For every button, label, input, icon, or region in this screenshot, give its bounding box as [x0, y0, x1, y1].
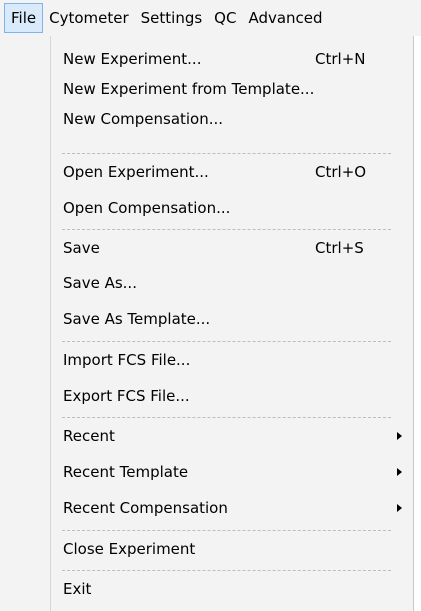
menu-separator: [62, 417, 391, 418]
menu-file[interactable]: File: [4, 3, 44, 33]
menu-advanced[interactable]: Advanced: [242, 3, 328, 33]
menu-item-label: Import FCS File...: [63, 351, 191, 369]
menu-item-label: Open Experiment...: [63, 163, 209, 181]
menu-item-label: Save: [63, 239, 100, 257]
file-dropdown-menu: New Experiment... Ctrl+N New Experiment …: [0, 36, 414, 611]
menu-separator: [62, 229, 391, 230]
menu-item-export-fcs-file[interactable]: Export FCS File...: [51, 381, 413, 411]
menu-cytometer[interactable]: Cytometer: [43, 3, 135, 33]
menu-item-shortcut: Ctrl+N: [315, 50, 366, 68]
menu-item-label: Recent: [63, 427, 115, 445]
menu-item-save-as[interactable]: Save As...: [51, 268, 413, 298]
menu-item-recent[interactable]: Recent: [51, 421, 413, 451]
menu-separator: [62, 570, 391, 571]
menu-item-label: Save As Template...: [63, 310, 211, 328]
menu-item-exit[interactable]: Exit: [51, 574, 413, 604]
menu-separator: [62, 341, 391, 342]
menu-item-open-compensation[interactable]: Open Compensation...: [51, 193, 413, 223]
menu-item-label: Export FCS File...: [63, 387, 190, 405]
menu-item-label: Recent Template: [63, 463, 189, 481]
menu-item-label: Close Experiment: [63, 540, 196, 558]
menu-bar: File Cytometer Settings QC Advanced: [0, 0, 421, 36]
menu-item-recent-template[interactable]: Recent Template: [51, 457, 413, 487]
menu-qc[interactable]: QC: [208, 3, 242, 33]
menu-item-save[interactable]: Save Ctrl+S: [51, 233, 413, 263]
menu-item-label: Open Compensation...: [63, 199, 231, 217]
menu-item-new-experiment[interactable]: New Experiment... Ctrl+N: [51, 44, 413, 74]
menu-item-label: New Experiment from Template...: [63, 80, 315, 98]
submenu-arrow-icon: [397, 432, 402, 440]
menu-item-label: Save As...: [63, 274, 137, 292]
menu-item-label: Recent Compensation: [63, 499, 228, 517]
menu-item-label: New Experiment...: [63, 50, 202, 68]
menu-item-close-experiment[interactable]: Close Experiment: [51, 534, 413, 564]
menu-separator: [62, 530, 391, 531]
menu-item-import-fcs-file[interactable]: Import FCS File...: [51, 345, 413, 375]
menu-item-new-compensation[interactable]: New Compensation...: [51, 104, 413, 134]
menu-item-shortcut: Ctrl+O: [315, 163, 367, 181]
menu-item-shortcut: Ctrl+S: [315, 239, 364, 257]
menu-item-recent-compensation[interactable]: Recent Compensation: [51, 493, 413, 523]
submenu-arrow-icon: [397, 468, 402, 476]
menu-separator: [62, 153, 391, 154]
menu-settings[interactable]: Settings: [135, 3, 209, 33]
menu-item-save-as-template[interactable]: Save As Template...: [51, 304, 413, 334]
menu-item-label: New Compensation...: [63, 110, 224, 128]
submenu-arrow-icon: [397, 504, 402, 512]
menu-item-open-experiment[interactable]: Open Experiment... Ctrl+O: [51, 157, 413, 187]
menu-item-label: Exit: [63, 580, 92, 598]
menu-item-new-experiment-from-template[interactable]: New Experiment from Template...: [51, 74, 413, 104]
